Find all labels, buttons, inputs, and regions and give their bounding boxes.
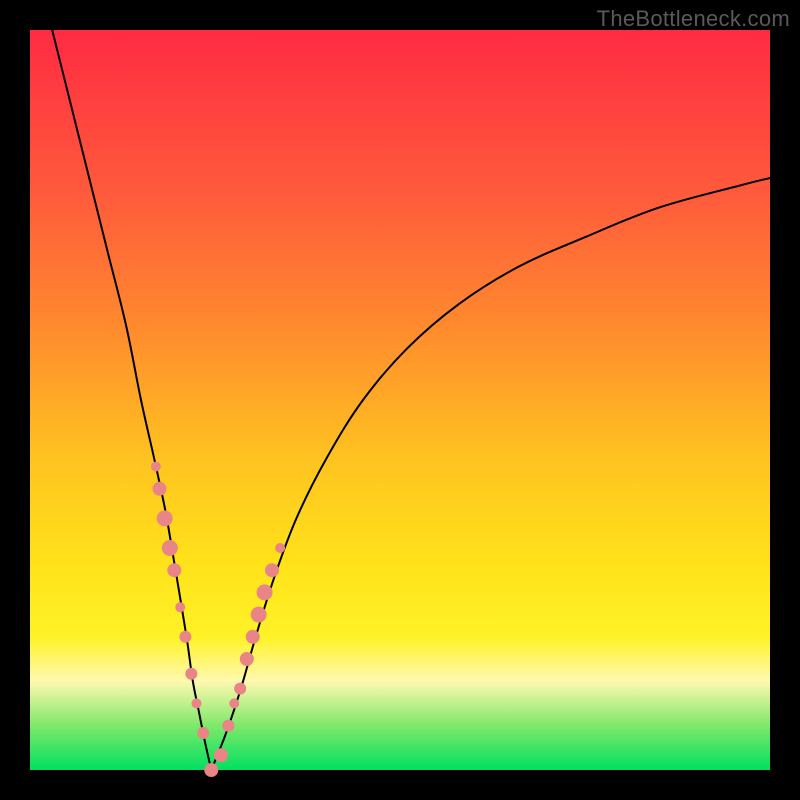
chart-lines-group [52,30,770,770]
chart-marker [157,510,173,526]
chart-marker [192,698,202,708]
chart-marker [265,563,279,577]
chart-marker [275,543,285,553]
chart-marker [234,683,246,695]
chart-frame: TheBottleneck.com [0,0,800,800]
chart-marker [151,462,161,472]
chart-marker [197,727,209,739]
chart-marker [246,630,260,644]
chart-marker [257,584,273,600]
chart-marker [185,668,197,680]
chart-svg [30,30,770,770]
chart-line-right-branch [211,178,770,770]
chart-marker [229,698,239,708]
chart-marker [153,482,167,496]
chart-marker [179,631,191,643]
chart-marker [167,563,181,577]
chart-plot-area [30,30,770,770]
chart-line-left-branch [52,30,211,770]
watermark-text: TheBottleneck.com [597,6,790,32]
chart-marker [251,607,267,623]
chart-marker [240,652,254,666]
chart-marker [204,763,218,777]
chart-marker [214,748,228,762]
chart-marker [162,540,178,556]
chart-markers-group [151,462,285,777]
chart-marker [222,720,234,732]
chart-marker [175,602,185,612]
